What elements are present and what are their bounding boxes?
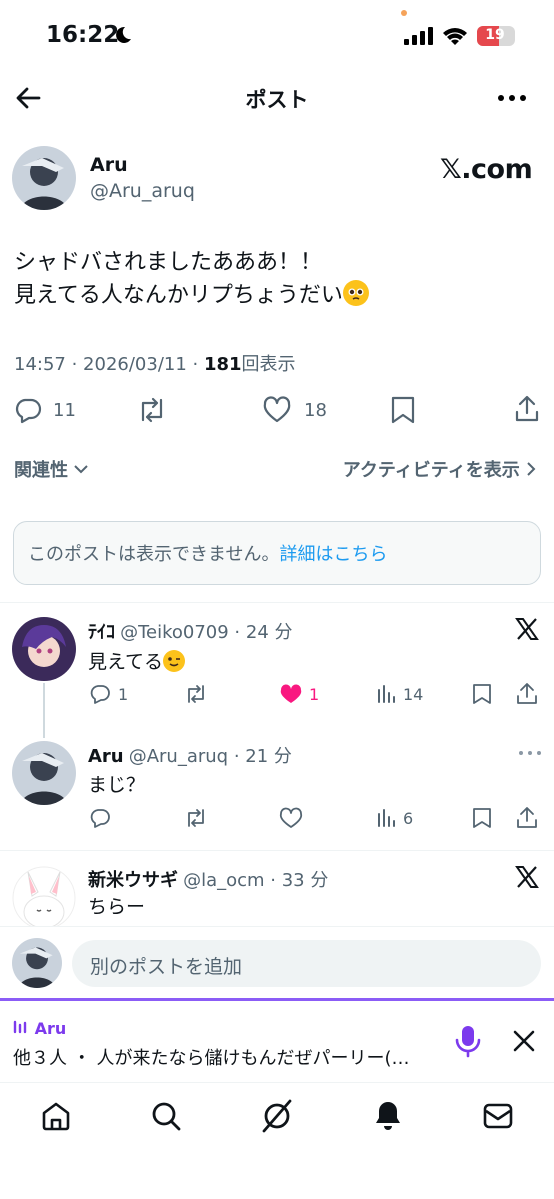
reply-header: ﾃｲｺ @Teiko0709 · 24 分 [88,618,293,644]
share-icon[interactable] [516,806,538,830]
privacy-indicator [401,10,407,16]
reply-avatar[interactable] [12,741,76,805]
repost-icon[interactable] [183,683,209,705]
battery-indicator: 19 [477,26,515,46]
divider [0,850,554,851]
x-logo-icon [515,617,539,641]
reply-icon[interactable] [89,683,111,705]
reply-count: 11 [53,400,76,421]
status-time: 16:22 [46,22,120,48]
bookmark-icon[interactable] [390,396,416,424]
mic-icon[interactable] [454,1024,482,1058]
mail-icon[interactable] [482,1101,514,1131]
like-icon-active[interactable] [279,683,303,705]
reply-handle-time[interactable]: @Teiko0709 · 24 分 [120,622,292,643]
reply-handle-time[interactable]: @la_ocm · 33 分 [183,870,328,891]
more-icon[interactable] [518,748,542,758]
wifi-icon [442,25,468,45]
search-icon[interactable] [150,1100,182,1132]
x-logo-icon [515,865,539,889]
add-post-input[interactable]: 別のポストを追加 [72,940,541,987]
space-title: 他３人 ・ 人が来たなら儲けもんだぜパーリー(… [13,1048,410,1069]
space-host: Aru [13,1019,66,1038]
home-icon[interactable] [40,1100,72,1132]
reply-header: Aru @Aru_aruq · 21 分 [88,742,292,768]
more-icon[interactable] [497,86,527,110]
reply-text: まじ？ [88,774,146,796]
x-com-badge: 𝕏.com [440,154,533,185]
details-link[interactable]: 詳細はこちら [279,544,387,565]
reply-icon[interactable] [14,396,42,424]
author-name[interactable]: Aru [90,154,128,176]
reply-author-name[interactable]: ﾃｲｺ [88,622,115,643]
pleading-emoji-icon [342,280,369,306]
reply-handle-time[interactable]: @Aru_aruq · 21 分 [129,746,292,767]
like-count: 1 [309,685,320,704]
page-title: ポスト [245,88,309,112]
reply-text: ちらー [88,896,146,918]
activity-link[interactable]: アクティビティを表示 [343,456,536,482]
reply-author-name[interactable]: 新米ウサギ [88,870,178,891]
views-icon[interactable] [377,684,397,704]
signal-icon [404,27,434,45]
reply-avatar[interactable] [12,617,76,681]
author-avatar[interactable] [12,146,76,210]
views-count: 14 [403,685,424,704]
reply-text: 見えてる [88,647,186,674]
my-avatar[interactable] [12,938,62,988]
thread-line [43,683,45,738]
bell-icon[interactable] [372,1099,404,1133]
grok-icon[interactable] [260,1098,294,1134]
like-icon[interactable] [262,396,292,424]
bookmark-icon[interactable] [472,807,492,829]
views-icon[interactable] [377,808,397,828]
unavailable-post-notice: このポストは表示できません。詳細はこちら [13,521,541,585]
reply-author-name[interactable]: Aru [88,746,124,767]
like-icon[interactable] [279,807,303,829]
chevron-down-icon [74,464,88,474]
repost-icon[interactable] [136,396,168,424]
moon-icon [113,25,133,45]
share-icon[interactable] [514,395,540,423]
close-icon[interactable] [512,1029,536,1053]
sort-dropdown[interactable]: 関連性 [14,456,88,482]
post-meta: 14:57 · 2026/03/11 · 181回表示 [14,354,296,375]
author-handle[interactable]: @Aru_aruq [90,180,195,202]
divider [0,602,554,603]
wink-emoji-icon [163,650,186,672]
repost-icon[interactable] [183,807,209,829]
views-count: 6 [403,809,414,828]
reply-header: 新米ウサギ @la_ocm · 33 分 [88,866,328,892]
share-icon[interactable] [516,682,538,706]
audio-bars-icon [13,1019,29,1035]
reply-icon[interactable] [89,807,111,829]
bookmark-icon[interactable] [472,683,492,705]
like-count: 18 [304,400,327,421]
reply-avatar[interactable] [12,866,76,928]
reply-count: 1 [118,685,129,704]
post-body: シャドバされましたあああ！！ 見えてる人なんかリプちょうだい [14,246,534,312]
chevron-right-icon [526,462,536,476]
